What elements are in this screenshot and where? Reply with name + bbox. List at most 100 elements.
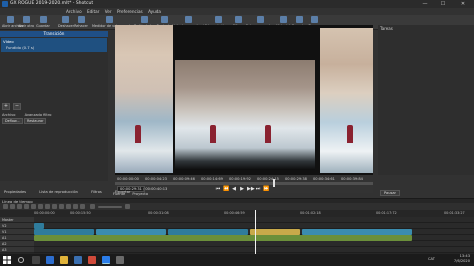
redo-button[interactable]: Rehacer (74, 15, 88, 30)
track-header-a3[interactable]: A3 (0, 247, 34, 253)
timeline-icon (214, 16, 222, 23)
clock-date: 7/6/2020 (453, 259, 470, 263)
remove-filter-button[interactable]: − (13, 103, 21, 110)
menu-ayuda[interactable]: Ayuda (148, 8, 161, 15)
tab-avanzado[interactable]: Avanzado filtro (25, 113, 52, 117)
shotcut-window: GX ROGUE 2019-2020.mlt* - Shotcut — ☐ ✕ … (0, 0, 474, 266)
tab-archivo[interactable]: Archivo (2, 113, 15, 117)
playlist-icon (184, 16, 192, 23)
copy-icon[interactable] (17, 204, 22, 209)
track-a3[interactable] (34, 247, 474, 253)
open-other-icon (22, 16, 30, 23)
search-icon[interactable] (18, 257, 24, 263)
scrub-icon[interactable] (73, 204, 78, 209)
shotcut-taskbar-icon[interactable] (102, 256, 110, 264)
maximize-button[interactable]: ☐ (436, 0, 450, 8)
time-mark: 00:00:39:84 (341, 177, 363, 181)
tab-project[interactable]: Proyecto (132, 192, 148, 196)
time-mark: 00:00:14:69 (201, 177, 223, 181)
system-clock[interactable]: 13:43 7/6/2020 (410, 254, 470, 266)
save-button[interactable]: Guardar (36, 15, 50, 30)
ruler-mark: 00:00:15:50 (70, 211, 91, 215)
skip-start-icon[interactable]: ⏮ (215, 186, 221, 192)
redo-icon (77, 16, 85, 23)
preview-frame-left (115, 25, 173, 173)
split-icon[interactable] (59, 204, 64, 209)
window-title: GX ROGUE 2019-2020.mlt* - Shotcut (10, 1, 94, 6)
rewind-icon[interactable]: ⏪ (223, 186, 229, 192)
keyframes-icon (256, 16, 264, 23)
tab-playlist[interactable]: Lista de reproducción (39, 190, 78, 194)
windows-start-icon[interactable] (3, 256, 11, 264)
file-explorer-icon[interactable] (60, 256, 68, 264)
play-icon[interactable]: ▶ (239, 186, 245, 192)
zoom-slider[interactable] (98, 206, 122, 208)
minimize-button[interactable]: — (418, 0, 432, 8)
export-icon (295, 16, 303, 23)
preview-frame-right (320, 28, 373, 173)
zoom-out-icon[interactable] (90, 204, 95, 209)
audio-meter-icon (105, 16, 113, 23)
overwrite-icon[interactable] (52, 204, 57, 209)
jobs-icon (310, 16, 318, 23)
windows-taskbar: CAT 13:43 7/6/2020 (0, 254, 474, 266)
ruler-mark: 00:00:31:08 (148, 211, 169, 215)
filters-panel: Transición Vídeo Fundido (0.7 s) + − Arc… (0, 31, 108, 181)
tab-filters[interactable]: Filtros (91, 190, 102, 194)
pause-jobs-button[interactable]: Pausar (380, 190, 401, 196)
open-file-button[interactable]: Abrir archivo (2, 15, 24, 30)
skip-end-icon[interactable]: ⏭ (255, 186, 261, 192)
tab-export[interactable]: Exportar (115, 190, 130, 194)
transport-bar: 00:00:00:00 00:00:04:23 00:00:09:46 00:0… (115, 177, 373, 193)
fast-forward-icon[interactable]: ▶▶ (247, 186, 255, 192)
menu-ver[interactable]: Ver (105, 8, 112, 15)
zoom-in-icon[interactable] (125, 204, 130, 209)
panel-header: Transición (0, 31, 108, 37)
snap-icon[interactable] (66, 204, 71, 209)
step-back-icon[interactable]: ◀ (231, 186, 237, 192)
ruler-mark: 00:00:46:59 (224, 211, 245, 215)
ripple-icon[interactable] (80, 204, 85, 209)
timeline-panel: Línea de tiempo 00:00:00:00 00:00:15:50 … (0, 198, 474, 255)
timeline-toolbar (0, 203, 474, 210)
tab-properties[interactable]: Propiedades (4, 190, 26, 194)
time-mark: 00:00:04:23 (145, 177, 167, 181)
deflow-button[interactable]: Deflow... (2, 118, 23, 124)
history-icon (279, 16, 287, 23)
cut-icon[interactable] (10, 204, 15, 209)
paste-icon[interactable] (24, 204, 29, 209)
menu-icon[interactable] (3, 204, 8, 209)
app-icon[interactable] (116, 256, 124, 264)
time-mark: 00:00:19:92 (229, 177, 251, 181)
append-icon[interactable] (31, 204, 36, 209)
jobs-header: Tareas (380, 26, 393, 31)
video-preview[interactable] (115, 25, 373, 175)
panel-tabs: Archivo Avanzado filtro (2, 113, 59, 117)
lift-icon[interactable] (45, 204, 50, 209)
jobs-panel: Tareas (378, 25, 474, 175)
menu-archivo[interactable]: Archivo (66, 8, 82, 15)
close-button[interactable]: ✕ (456, 0, 470, 8)
browser-icon[interactable] (46, 256, 54, 264)
undo-button[interactable]: Deshacer (58, 15, 74, 30)
menu-editar[interactable]: Editar (87, 8, 99, 15)
open-other-button[interactable]: Abrir otro (18, 15, 34, 30)
media-icon[interactable] (88, 256, 96, 264)
scrub-bar[interactable] (115, 182, 373, 185)
ruler-mark: 00:01:33:27 (444, 211, 465, 215)
menu-bar: Archivo Editar Ver Preferencias Ayuda (0, 8, 474, 15)
scrub-handle[interactable] (273, 179, 275, 187)
transition-list[interactable]: Vídeo Fundido (0.7 s) (1, 38, 107, 52)
list-item-selected[interactable]: Fundido (0.7 s) (6, 45, 34, 50)
playhead[interactable] (255, 210, 256, 255)
save-icon (39, 16, 47, 23)
next-icon[interactable]: ⏩ (263, 186, 269, 192)
ruler-mark: 00:01:02:18 (300, 211, 321, 215)
ripple-delete-icon[interactable] (38, 204, 43, 209)
task-view-icon[interactable] (32, 256, 40, 264)
menu-preferencias[interactable]: Preferencias (117, 8, 143, 15)
store-icon[interactable] (74, 256, 82, 264)
shotcut-app-icon (2, 1, 8, 7)
restore-button[interactable]: Restaurar (24, 118, 47, 124)
add-filter-button[interactable]: + (2, 103, 10, 110)
